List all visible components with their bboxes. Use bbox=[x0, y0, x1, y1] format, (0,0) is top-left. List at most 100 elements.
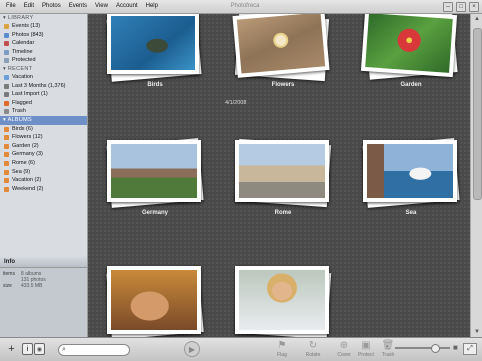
close-icon[interactable]: × bbox=[469, 2, 479, 12]
menu-help[interactable]: Help bbox=[142, 2, 162, 11]
info-title: Info bbox=[0, 257, 87, 268]
sidebar-item-last-import[interactable]: Last Import (1) bbox=[0, 90, 87, 99]
sidebar-item-events[interactable]: Events (13) bbox=[0, 22, 87, 31]
sidebar-item-vacation-recent[interactable]: Vacation bbox=[0, 73, 87, 82]
vertical-scrollbar[interactable]: ▲ ▼ bbox=[470, 14, 482, 337]
slideshow-settings-icon[interactable]: ◉ bbox=[34, 343, 45, 355]
menu-events[interactable]: Events bbox=[65, 2, 91, 11]
sidebar-item-garden[interactable]: Garden (2) bbox=[0, 142, 87, 151]
trash-icon bbox=[4, 109, 9, 115]
sidebar-item-germany[interactable]: Germany (3) bbox=[0, 150, 87, 159]
zoom-out-icon[interactable]: ▪ bbox=[386, 344, 388, 350]
sidebar-item-flowers[interactable]: Flowers (12) bbox=[0, 133, 87, 142]
zoom-slider[interactable] bbox=[395, 344, 450, 353]
fullscreen-icon[interactable]: ⤢ bbox=[463, 343, 477, 355]
sidebar-item-last-3-months[interactable]: Last 3 Months (1,376) bbox=[0, 82, 87, 91]
flag-icon: ⚑ bbox=[277, 340, 287, 351]
album-icon bbox=[4, 152, 9, 158]
albums-header[interactable]: ▾ ALBUMS bbox=[0, 115, 87, 125]
menu-edit[interactable]: Edit bbox=[20, 2, 38, 11]
album-icon bbox=[4, 169, 9, 175]
protect-button[interactable]: ▣ Protect bbox=[356, 340, 376, 358]
album-icon bbox=[4, 135, 9, 141]
date-label: 4/1/2008 bbox=[225, 100, 247, 106]
minimize-icon[interactable]: – bbox=[443, 2, 453, 12]
sidebar-item-photos[interactable]: Photos (843) bbox=[0, 31, 87, 40]
menu-view[interactable]: View bbox=[91, 2, 112, 11]
cover-button[interactable]: ⊕ Cover bbox=[334, 340, 354, 358]
rotate-icon: ↻ bbox=[308, 340, 318, 351]
zoom-in-icon[interactable]: ■ bbox=[453, 343, 458, 352]
album-name-birds: Birds bbox=[147, 82, 163, 88]
library-header: ▾ LIBRARY bbox=[3, 15, 34, 21]
album-thumbnail[interactable] bbox=[360, 14, 461, 80]
sidebar-item-protected[interactable]: Protected bbox=[0, 56, 87, 65]
album-icon bbox=[4, 126, 9, 132]
search-icon: ⌕ bbox=[62, 346, 66, 353]
menu-photos[interactable]: Photos bbox=[38, 2, 65, 11]
album-icon bbox=[4, 186, 9, 192]
events-icon bbox=[4, 24, 9, 29]
album-weekend[interactable] bbox=[233, 266, 333, 337]
calendar-icon bbox=[4, 41, 9, 47]
play-slideshow-icon[interactable]: ▶ bbox=[184, 341, 200, 357]
maximize-icon[interactable]: □ bbox=[456, 2, 466, 12]
sidebar-item-birds[interactable]: Birds (6) bbox=[0, 125, 87, 134]
flag-icon bbox=[4, 100, 9, 106]
album-name-sea: Sea bbox=[405, 210, 417, 216]
window-controls: – □ × bbox=[443, 2, 479, 12]
album-vacation[interactable] bbox=[105, 266, 205, 337]
scroll-down-icon[interactable]: ▼ bbox=[473, 328, 481, 336]
album-name-garden: Garden bbox=[400, 82, 422, 88]
add-icon[interactable]: + bbox=[6, 343, 17, 355]
lock-icon: ▣ bbox=[361, 340, 371, 351]
info-panel: Info items 8 albums 131 photos size 433.5 … bbox=[0, 257, 88, 337]
import-icon bbox=[4, 92, 9, 98]
lock-icon bbox=[4, 58, 9, 64]
album-sea[interactable]: Sea bbox=[361, 138, 461, 216]
sidebar-item-flagged[interactable]: Flagged bbox=[0, 99, 87, 108]
info-row-size: size 433.5 MB bbox=[3, 283, 43, 289]
album-flowers[interactable]: Flowers bbox=[232, 14, 333, 88]
sidebar-item-timeline[interactable]: Timeline bbox=[0, 48, 87, 57]
scroll-up-icon[interactable]: ▲ bbox=[473, 15, 481, 23]
menu-file[interactable]: File bbox=[2, 2, 20, 11]
album-icon bbox=[4, 74, 9, 80]
info-icon[interactable]: i bbox=[22, 343, 33, 355]
album-icon bbox=[4, 160, 9, 166]
title-bar: File Edit Photos Events View Account Hel… bbox=[0, 0, 482, 14]
sidebar-item-trash[interactable]: Trash bbox=[0, 107, 87, 116]
album-name-flowers: Flowers bbox=[271, 82, 295, 88]
sidebar-item-sea[interactable]: Sea (9) bbox=[0, 168, 87, 177]
album-thumbnail[interactable] bbox=[233, 138, 333, 208]
menu-bar: File Edit Photos Events View Account Hel… bbox=[2, 2, 162, 11]
sidebar-item-calendar[interactable]: Calendar bbox=[0, 39, 87, 48]
clock-icon bbox=[4, 83, 9, 89]
album-thumbnail[interactable] bbox=[233, 266, 333, 337]
album-thumbnail[interactable] bbox=[361, 138, 461, 208]
zoom-slider-knob[interactable] bbox=[431, 344, 440, 353]
rotate-button[interactable]: ↻ Rotate bbox=[303, 340, 323, 358]
app-title: Photofreca bbox=[230, 3, 260, 9]
album-name-germany: Germany bbox=[141, 210, 168, 216]
album-birds[interactable]: Birds bbox=[105, 14, 205, 88]
sidebar-item-vacation[interactable]: Vacation (2) bbox=[0, 176, 87, 185]
scroll-thumb[interactable] bbox=[473, 28, 482, 200]
cover-icon: ⊕ bbox=[339, 340, 349, 351]
album-viewer: Birds Flowers Garden 4/1/2008 Germany Ro… bbox=[88, 14, 470, 337]
flag-button[interactable]: ⚑ Flag bbox=[272, 340, 292, 358]
recent-header: ▾ RECENT bbox=[3, 65, 33, 72]
album-germany[interactable]: Germany bbox=[105, 138, 205, 216]
album-thumbnail[interactable] bbox=[105, 266, 205, 337]
album-thumbnail[interactable] bbox=[232, 14, 333, 82]
album-icon bbox=[4, 178, 9, 184]
album-thumbnail[interactable] bbox=[105, 138, 205, 208]
search-input[interactable]: ⌕ bbox=[58, 344, 130, 356]
album-thumbnail[interactable] bbox=[105, 14, 205, 82]
sidebar-item-weekend[interactable]: Weekend (2) bbox=[0, 185, 87, 194]
photos-icon bbox=[4, 32, 9, 38]
menu-account[interactable]: Account bbox=[112, 2, 142, 11]
sidebar-item-rome[interactable]: Rome (6) bbox=[0, 159, 87, 168]
album-garden[interactable]: Garden bbox=[360, 14, 461, 88]
album-rome[interactable]: Rome bbox=[233, 138, 333, 216]
